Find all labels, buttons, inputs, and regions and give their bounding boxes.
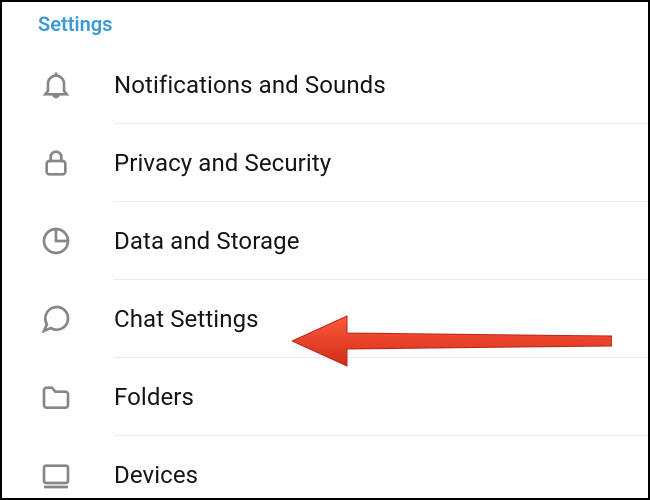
row-chat-settings[interactable]: Chat Settings [2,280,648,358]
chart-icon [38,223,74,259]
row-label: Privacy and Security [114,149,331,177]
device-icon [38,457,74,493]
bell-icon [38,67,74,103]
chat-icon [38,301,74,337]
row-devices[interactable]: Devices [2,436,648,500]
row-label: Folders [114,383,194,411]
lock-icon [38,145,74,181]
row-label: Devices [114,461,198,489]
settings-panel: Settings Notifications and Sounds Privac… [2,2,648,500]
row-label: Data and Storage [114,227,300,255]
row-data-storage[interactable]: Data and Storage [2,202,648,280]
row-notifications[interactable]: Notifications and Sounds [2,46,648,124]
row-privacy[interactable]: Privacy and Security [2,124,648,202]
settings-list: Notifications and Sounds Privacy and Sec… [2,46,648,500]
folder-icon [38,379,74,415]
section-title: Settings [2,8,648,46]
row-label: Chat Settings [114,305,259,333]
row-folders[interactable]: Folders [2,358,648,436]
row-label: Notifications and Sounds [114,71,386,99]
